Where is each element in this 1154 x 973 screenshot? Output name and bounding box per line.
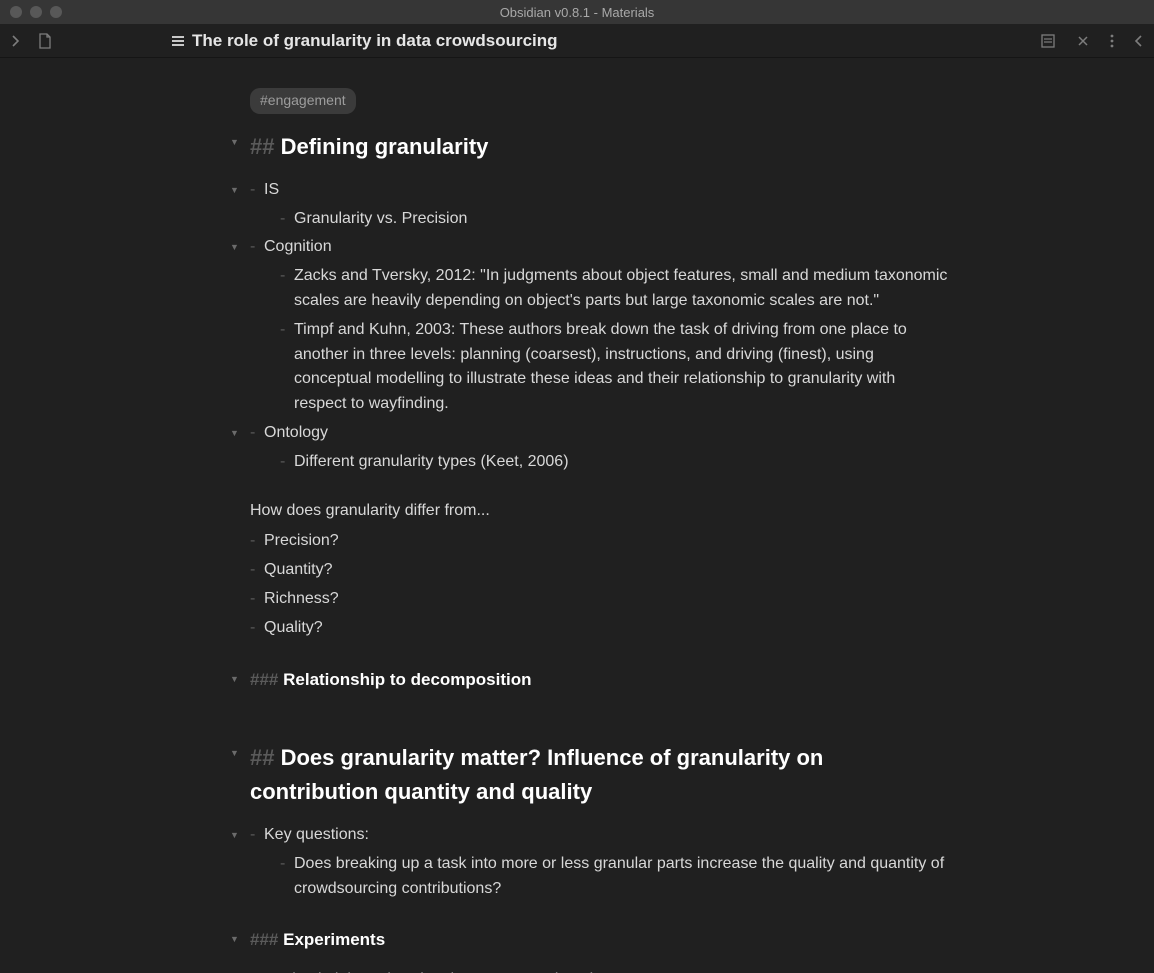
list-item-text: Precision? [264,532,339,549]
list-number-marker: 1. [250,968,263,973]
list-item[interactable]: ▼ IS Granularity vs. Precision [250,178,950,232]
preview-mode-icon[interactable] [1040,33,1056,49]
window-titlebar: Obsidian v0.8.1 - Materials [0,0,1154,24]
h3-marker: ### [250,670,278,689]
list-item[interactable]: Zacks and Tversky, 2012: "In judgments a… [280,264,950,314]
fold-marker-icon[interactable]: ▼ [230,184,239,198]
fold-marker-icon[interactable]: ▼ [230,427,239,441]
paragraph[interactable]: How does granularity differ from... [250,499,950,524]
close-window-button[interactable] [10,6,22,18]
list-item-text: Richness? [264,590,339,607]
window-title: Obsidian v0.8.1 - Materials [0,5,1154,20]
more-options-icon[interactable] [1110,33,1114,49]
traffic-lights [0,6,62,18]
list-item[interactable]: Different granularity types (Keet, 2006) [280,450,950,475]
heading-text: Experiments [283,930,385,949]
heading-defining-granularity[interactable]: ▼ ## Defining granularity [250,130,950,164]
list-item[interactable]: Does breaking up a task into more or les… [280,852,950,902]
list-item-text: Does breaking up a task into more or les… [294,855,944,897]
chevron-left-icon[interactable] [1134,34,1144,48]
heading-experiments[interactable]: ▼ ### Experiments [250,927,950,953]
chevron-right-icon[interactable] [10,34,20,48]
list-item[interactable]: Precision? [250,529,950,554]
outline-icon [172,36,184,46]
list-item-text: Quantity? [264,561,332,578]
list-item[interactable]: ▼ Key questions: Does breaking up a task… [250,823,950,901]
minimize-window-button[interactable] [30,6,42,18]
list-item-text: Timpf and Kuhn, 2003: These authors brea… [294,321,907,412]
list-item[interactable]: Quantity? [250,558,950,583]
list-item[interactable]: Quality? [250,616,950,641]
heading-does-granularity-matter[interactable]: ▼ ## Does granularity matter? Influence … [250,741,950,809]
h2-marker: ## [250,745,274,770]
heading-relationship-decomposition[interactable]: ▼ ### Relationship to decomposition [250,667,950,693]
h3-marker: ### [250,930,278,949]
heading-text: Does granularity matter? Influence of gr… [250,745,823,804]
fold-marker-icon[interactable]: ▼ [230,747,239,761]
list-item-text: Zacks and Tversky, 2012: "In judgments a… [294,267,947,309]
tab-header: The role of granularity in data crowdsou… [0,24,1154,58]
ordered-list-item[interactable]: ▼ 1. A simple lab study using the NL Nat… [250,968,950,973]
fold-marker-icon[interactable]: ▼ [230,933,239,947]
list-item-text: Quality? [264,619,323,636]
maximize-window-button[interactable] [50,6,62,18]
list-item-text: Ontology [264,424,328,441]
list-item[interactable]: ▼ Cognition Zacks and Tversky, 2012: "In… [250,235,950,417]
note-title-area[interactable]: The role of granularity in data crowdsou… [172,31,558,51]
fold-marker-icon[interactable]: ▼ [230,829,239,843]
fold-marker-icon[interactable]: ▼ [230,136,239,150]
list-item-text: IS [264,181,279,198]
list-item[interactable]: Granularity vs. Precision [280,207,950,232]
heading-text: Relationship to decomposition [283,670,531,689]
list-item[interactable]: Timpf and Kuhn, 2003: These authors brea… [280,318,950,417]
note-title: The role of granularity in data crowdsou… [192,31,558,51]
heading-text: Defining granularity [281,134,489,159]
fold-marker-icon[interactable]: ▼ [230,241,239,255]
list-item[interactable]: Richness? [250,587,950,612]
h2-marker: ## [250,134,274,159]
file-icon[interactable] [38,33,52,49]
list-item-text: Key questions: [264,826,369,843]
list-item[interactable]: ▼ Ontology Different granularity types (… [250,421,950,475]
list-item-text: Different granularity types (Keet, 2006) [294,453,569,470]
close-tab-icon[interactable] [1076,34,1090,48]
list-item-text: Cognition [264,238,332,255]
editor-content[interactable]: #engagement ▼ ## Defining granularity ▼ … [0,58,1154,973]
tag-engagement[interactable]: #engagement [250,88,356,114]
list-item-text: Granularity vs. Precision [294,210,467,227]
fold-marker-icon[interactable]: ▼ [230,673,239,687]
